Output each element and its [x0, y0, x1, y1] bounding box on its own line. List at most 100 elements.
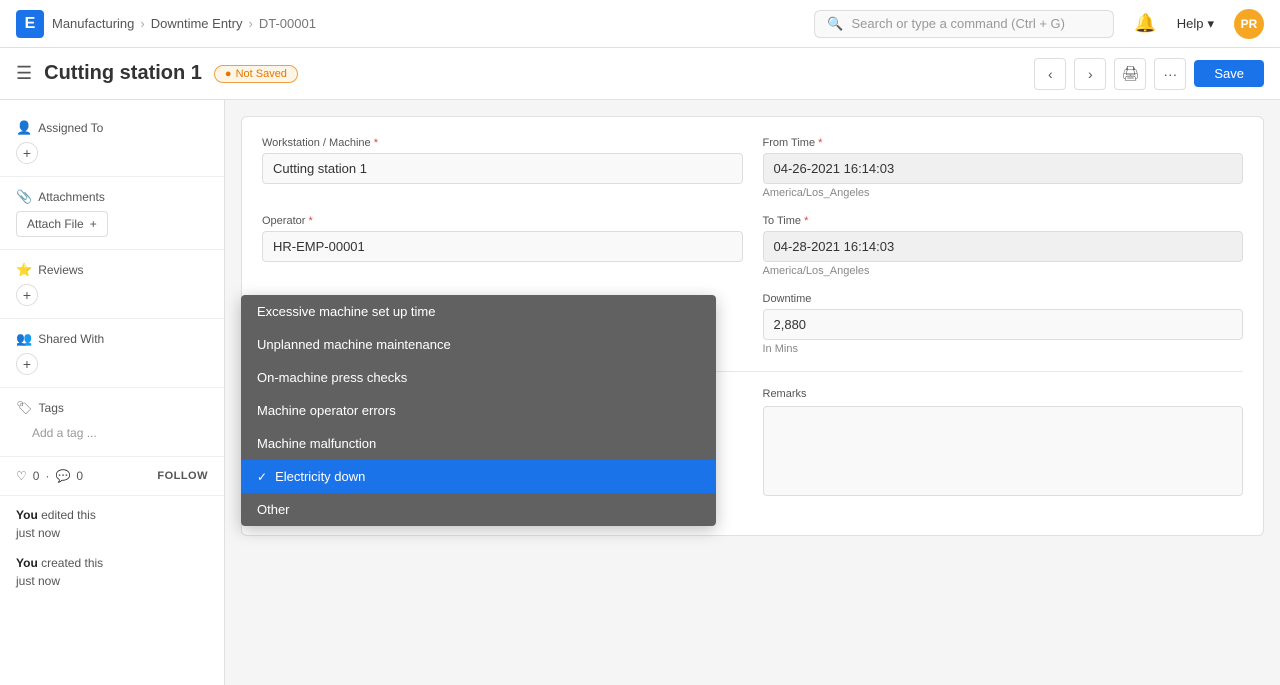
breadcrumb-dt: DT-00001: [259, 16, 316, 31]
from-time-group: From Time * America/Los_Angeles: [763, 137, 1244, 199]
breadcrumb-downtime-entry[interactable]: Downtime Entry: [151, 16, 243, 31]
dropdown-item-5[interactable]: ✓ Electricity down: [241, 460, 716, 493]
in-mins: In Mins: [763, 343, 1244, 355]
to-timezone: America/Los_Angeles: [763, 265, 1244, 277]
breadcrumb-manufacturing[interactable]: Manufacturing: [52, 16, 134, 31]
req-marker-3: *: [308, 215, 312, 227]
req-marker-2: *: [818, 137, 822, 149]
shared-with-icon: 👥: [16, 331, 32, 347]
help-button[interactable]: Help ▾: [1169, 12, 1222, 36]
dropdown-item-2[interactable]: On-machine press checks: [241, 361, 716, 394]
prev-button[interactable]: ‹: [1034, 58, 1066, 90]
remarks-label: Remarks: [763, 388, 1244, 400]
dropdown-item-6[interactable]: Other: [241, 493, 716, 526]
content-area: Workstation / Machine * From Time * Amer…: [225, 100, 1280, 685]
to-time-input[interactable]: [763, 231, 1244, 262]
breadcrumb-sep-2: ›: [248, 16, 252, 31]
dot-sep: ·: [45, 469, 49, 483]
workstation-group: Workstation / Machine *: [262, 137, 743, 199]
dot-icon: ●: [225, 68, 232, 80]
dropdown-item-4[interactable]: Machine malfunction: [241, 427, 716, 460]
dropdown-item-0[interactable]: Excessive machine set up time: [241, 295, 716, 328]
activity-entry-0: You edited this just now: [0, 500, 224, 548]
operator-group: Operator *: [262, 215, 743, 277]
main-layout: 👤 Assigned To + 📎 Attachments Attach Fil…: [0, 100, 1280, 685]
breadcrumb: Manufacturing › Downtime Entry › DT-0000…: [52, 16, 316, 31]
remarks-group: Remarks: [763, 388, 1244, 499]
next-button[interactable]: ›: [1074, 58, 1106, 90]
activity-entry-1: You created this just now: [0, 548, 224, 596]
activity-action-1: created this: [41, 556, 103, 570]
downtime-group: Downtime 2,880 In Mins: [763, 293, 1244, 355]
workstation-input[interactable]: [262, 153, 743, 184]
operator-row: Operator * To Time * America/Los_Angeles: [262, 215, 1243, 277]
to-time-label-text: To Time: [763, 215, 802, 227]
from-time-input[interactable]: [763, 153, 1244, 184]
follow-button[interactable]: FOLLOW: [157, 470, 208, 482]
dropdown-item-3[interactable]: Machine operator errors: [241, 394, 716, 427]
operator-input[interactable]: [262, 231, 743, 262]
page-title: Cutting station 1: [44, 62, 202, 85]
shared-with-section: 👥 Shared With +: [0, 323, 224, 383]
search-icon: 🔍: [827, 16, 843, 32]
add-share-button[interactable]: +: [16, 353, 38, 375]
not-saved-badge: ● Not Saved: [214, 65, 298, 83]
like-count: 0: [33, 469, 40, 483]
like-icon[interactable]: ♡: [16, 469, 27, 483]
activity-user-0: You: [16, 508, 38, 522]
add-tag-input[interactable]: Add a tag ...: [16, 422, 208, 444]
operator-label: Operator *: [262, 215, 743, 227]
navbar: E Manufacturing › Downtime Entry › DT-00…: [0, 0, 1280, 48]
from-timezone: America/Los_Angeles: [763, 187, 1244, 199]
save-button[interactable]: Save: [1194, 60, 1264, 87]
social-row: ♡ 0 · 💬 0 FOLLOW: [0, 461, 224, 491]
plus-icon: +: [90, 217, 97, 231]
reviews-icon: ⭐: [16, 262, 32, 278]
attachments-section: 📎 Attachments Attach File +: [0, 181, 224, 245]
hamburger-icon[interactable]: ☰: [16, 63, 32, 84]
page-header-actions: ‹ › 🖨 ··· Save: [1034, 58, 1264, 90]
sidebar: 👤 Assigned To + 📎 Attachments Attach Fil…: [0, 100, 225, 685]
remarks-input[interactable]: [763, 406, 1244, 496]
downtime-value: 2,880: [763, 309, 1244, 340]
attach-file-button[interactable]: Attach File +: [16, 211, 108, 237]
breadcrumb-sep-1: ›: [140, 16, 144, 31]
workstation-label: Workstation / Machine *: [262, 137, 743, 149]
operator-label-text: Operator: [262, 215, 305, 227]
print-button[interactable]: 🖨: [1114, 58, 1146, 90]
req-marker-1: *: [374, 137, 378, 149]
assigned-to-label: Assigned To: [38, 121, 103, 135]
attachment-icon: 📎: [16, 189, 32, 205]
avatar[interactable]: PR: [1234, 9, 1264, 39]
search-placeholder: Search or type a command (Ctrl + G): [851, 16, 1065, 31]
notification-bell-icon[interactable]: 🔔: [1134, 13, 1156, 34]
app-logo[interactable]: E: [16, 10, 44, 38]
search-bar[interactable]: 🔍 Search or type a command (Ctrl + G): [814, 10, 1114, 38]
dropdown-item-1[interactable]: Unplanned machine maintenance: [241, 328, 716, 361]
status-text: Not Saved: [236, 68, 287, 80]
more-button[interactable]: ···: [1154, 58, 1186, 90]
tags-section: 🏷 Tags Add a tag ...: [0, 392, 224, 452]
chevron-down-icon: ▾: [1207, 16, 1214, 32]
reviews-label: Reviews: [38, 263, 83, 277]
to-time-group: To Time * America/Los_Angeles: [763, 215, 1244, 277]
add-review-button[interactable]: +: [16, 284, 38, 306]
attach-file-label: Attach File: [27, 217, 84, 231]
activity-user-1: You: [16, 556, 38, 570]
tags-label: Tags: [39, 401, 64, 415]
attachments-label: Attachments: [38, 190, 105, 204]
comment-count: 0: [76, 469, 83, 483]
tags-icon: 🏷: [16, 400, 33, 416]
to-time-label: To Time *: [763, 215, 1244, 227]
navbar-right: 🔔 Help ▾ PR: [1134, 9, 1264, 39]
stop-type-dropdown: Excessive machine set up time Unplanned …: [241, 295, 716, 526]
req-marker-4: *: [804, 215, 808, 227]
activity-time-0: just now: [16, 526, 60, 540]
checkmark-icon: ✓: [257, 470, 267, 484]
add-assignee-button[interactable]: +: [16, 142, 38, 164]
from-time-label-text: From Time: [763, 137, 816, 149]
page-header: ☰ Cutting station 1 ● Not Saved ‹ › 🖨 ··…: [0, 48, 1280, 100]
workstation-row: Workstation / Machine * From Time * Amer…: [262, 137, 1243, 199]
comment-icon[interactable]: 💬: [55, 469, 70, 483]
shared-with-label: Shared With: [38, 332, 104, 346]
